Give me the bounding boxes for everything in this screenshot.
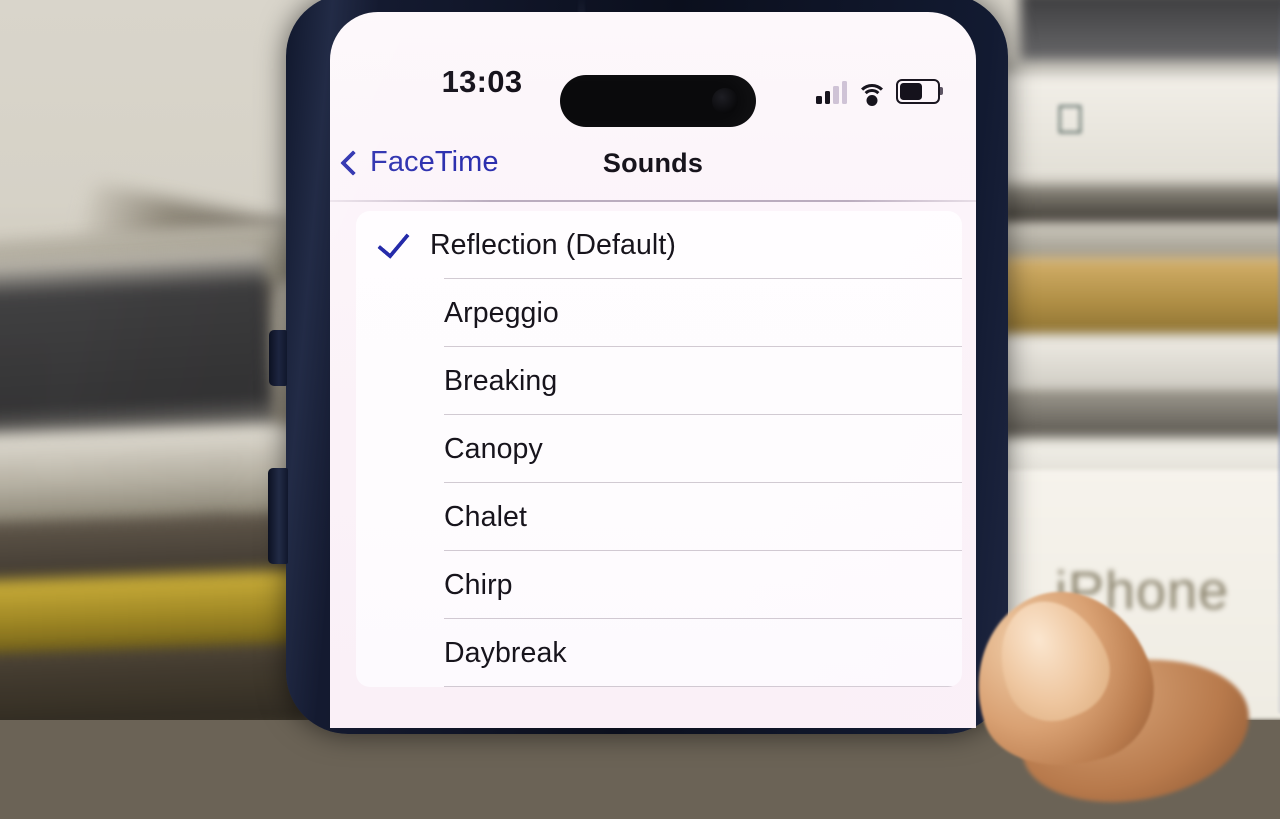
blurred-phone-right-7 <box>1000 392 1280 442</box>
cellular-signal-icon <box>816 81 847 104</box>
wifi-icon <box>856 82 887 106</box>
checkmark-icon <box>356 225 430 259</box>
list-separator <box>444 686 962 687</box>
volume-up-button[interactable] <box>269 330 287 386</box>
list-item-label: Daybreak <box>444 636 567 669</box>
list-item-label: Chalet <box>444 500 527 533</box>
phone-screen: 13:03 FaceTime Sounds Reflection (Defaul… <box>330 12 976 728</box>
status-bar-indicators <box>816 72 943 106</box>
list-item-label: Reflection (Default) <box>430 228 676 261</box>
dynamic-island[interactable] <box>560 75 756 127</box>
list-item-label: Breaking <box>444 364 558 397</box>
list-item[interactable]: Arpeggio <box>356 279 962 347</box>
blurred-phone-right-3 <box>1000 75 1280 180</box>
list-item[interactable]: Chirp <box>356 551 962 619</box>
page-title: Sounds <box>602 148 704 178</box>
status-bar-clock: 13:03 <box>441 64 523 99</box>
list-item[interactable]: Breaking <box>356 347 962 415</box>
list-item-label: Chirp <box>444 568 513 601</box>
list-item[interactable]: Daybreak <box>356 619 962 687</box>
blurred-phone-left-3 <box>0 424 302 526</box>
list-item[interactable]: Canopy <box>356 415 962 483</box>
list-item-label: Canopy <box>444 432 543 465</box>
status-bar: 13:03 <box>330 64 976 127</box>
blurred-phone-left-5 <box>0 643 312 720</box>
navigation-separator <box>330 200 976 202</box>
blurred-phone-right-gold <box>1000 258 1280 338</box>
sounds-list: Reflection (Default) Arpeggio Breaking C… <box>356 211 962 687</box>
blurred-phone-right-6 <box>1000 335 1280 395</box>
apple-logo-icon:  <box>1055 100 1089 140</box>
list-item[interactable]: Chalet <box>356 483 962 551</box>
blurred-phone-right-5 <box>1000 225 1280 261</box>
blurred-phone-right-4 <box>1000 185 1280 225</box>
volume-down-button[interactable] <box>268 468 288 564</box>
front-camera-icon <box>712 88 738 114</box>
list-item[interactable]: Reflection (Default) <box>356 211 962 279</box>
navigation-bar: FaceTime Sounds <box>330 140 976 202</box>
list-item-label: Arpeggio <box>444 296 559 329</box>
battery-icon <box>896 79 943 104</box>
